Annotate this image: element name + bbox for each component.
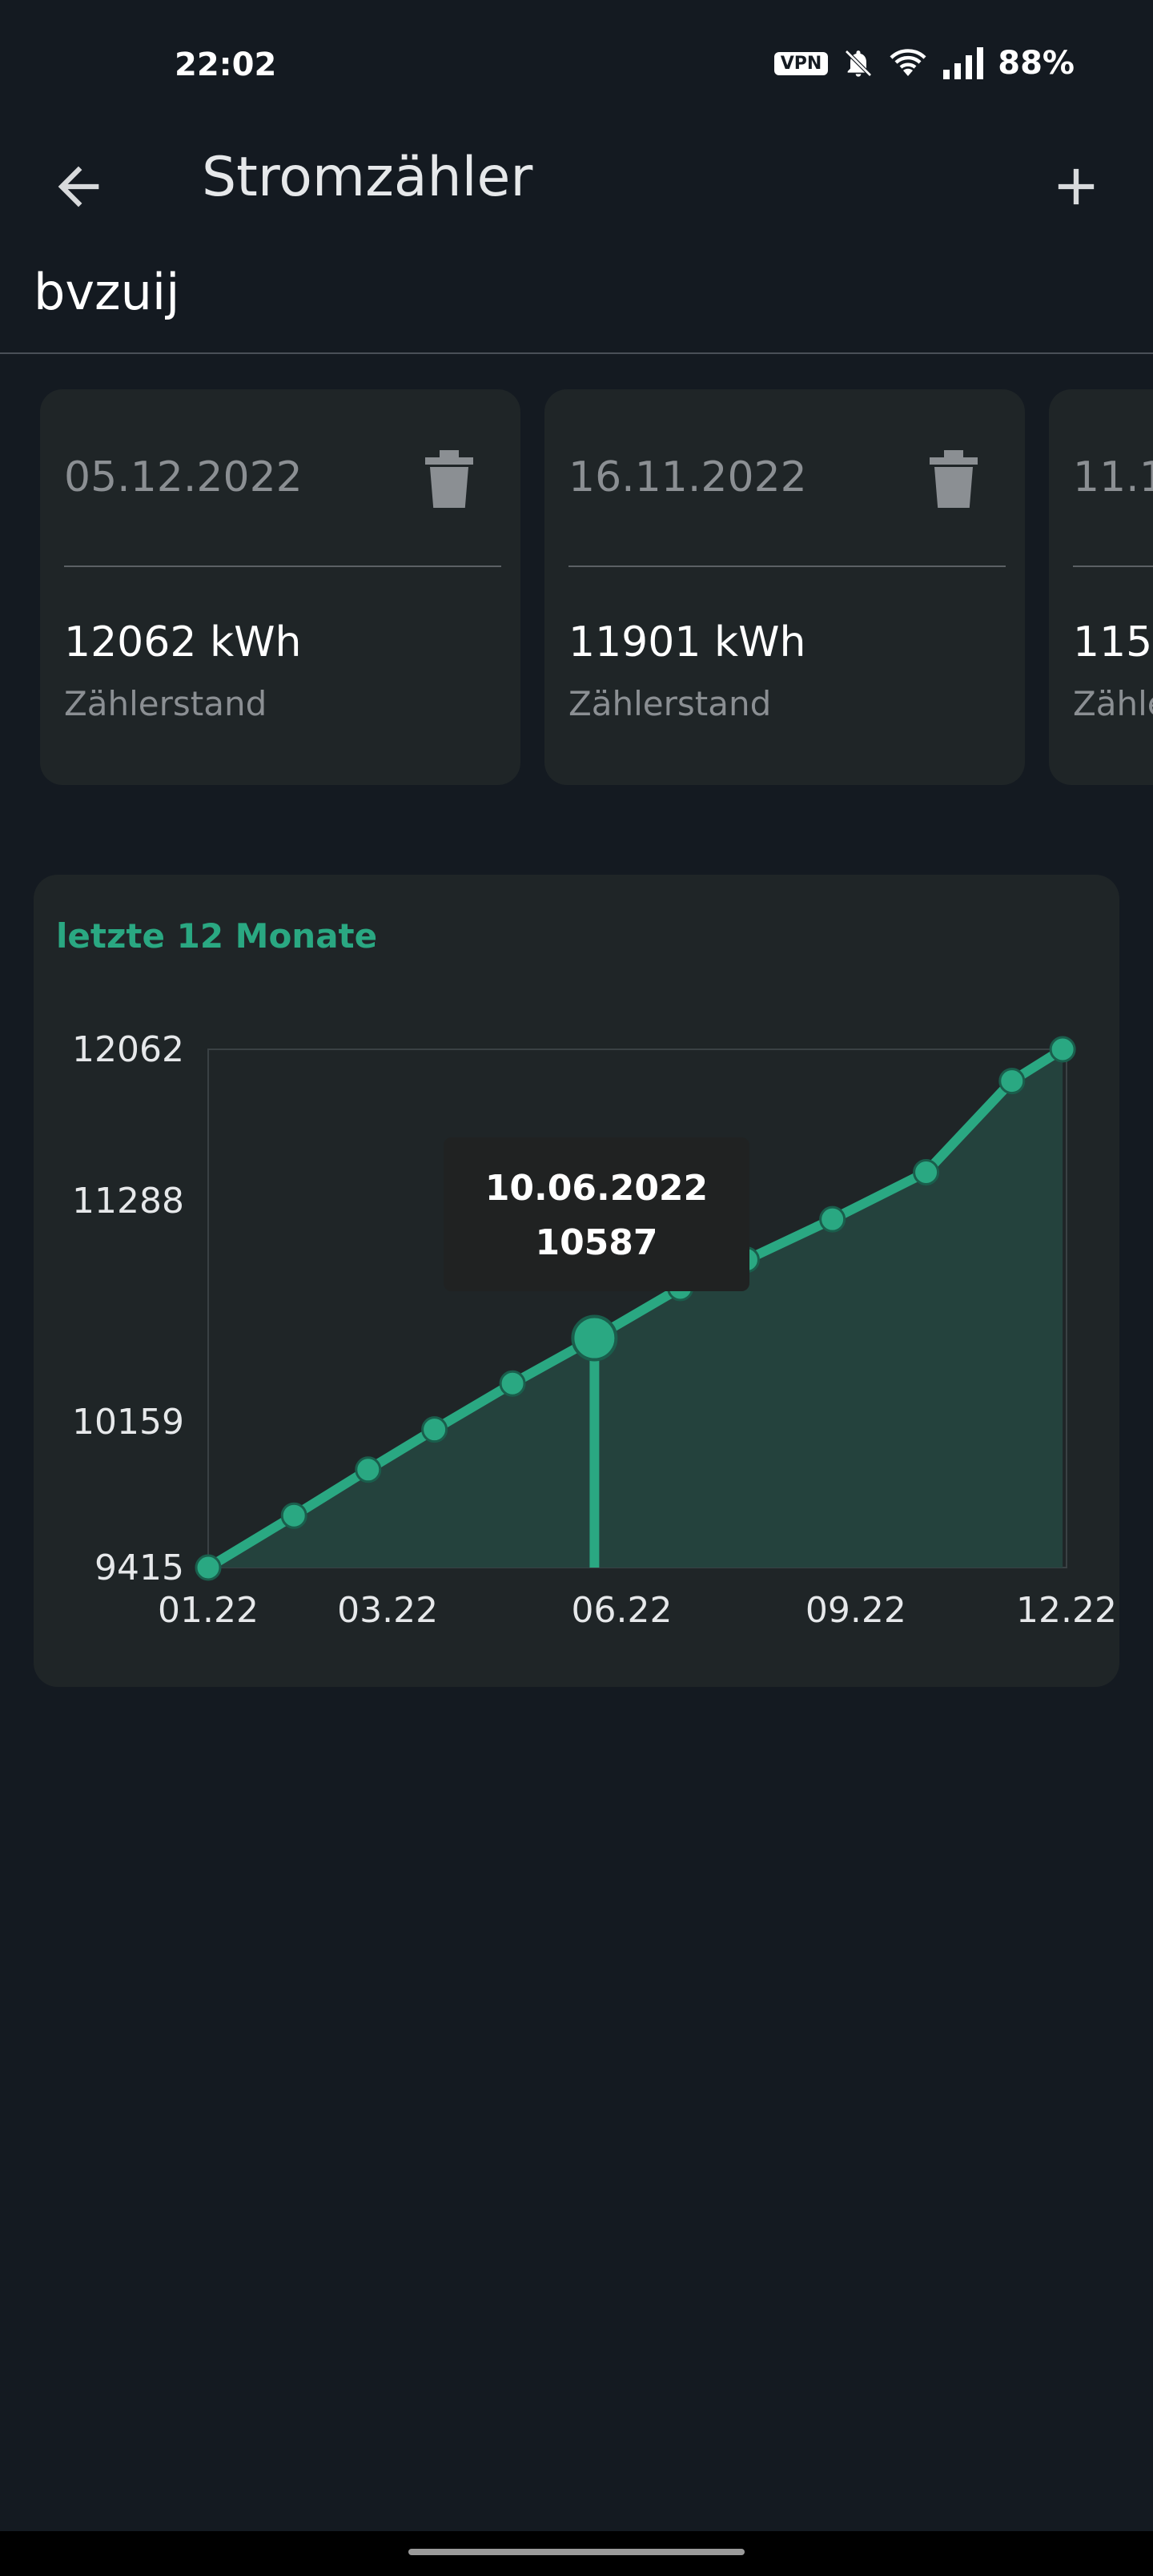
data-point: [355, 1456, 382, 1483]
plus-icon[interactable]: [1046, 156, 1107, 217]
card-divider: [568, 566, 1006, 567]
tooltip-date: 10.06.2022: [485, 1168, 708, 1209]
data-point: [195, 1554, 222, 1581]
navigation-bar: [0, 2531, 1153, 2576]
trash-icon[interactable]: [927, 450, 980, 508]
highlight-point: [571, 1314, 618, 1362]
readings-list[interactable]: 05.12.2022 12062 kWh Zählerstand 16.11.2…: [0, 389, 1153, 787]
reading-label: Zählerstand: [64, 684, 267, 723]
meter-name: bvzuij: [34, 263, 180, 321]
card-divider: [64, 566, 501, 567]
chart-tooltip: 10.06.2022 10587: [444, 1137, 749, 1291]
tooltip-box: [444, 1137, 749, 1291]
arrow-back-icon[interactable]: [48, 156, 109, 217]
chart-card: letzte 12 Monate 12062 11288 10159 9415 01.2…: [34, 875, 1119, 1687]
y-tick-label: 12062: [72, 1029, 184, 1070]
status-time: 22:02: [175, 46, 277, 83]
reading-label: Zähle: [1073, 684, 1153, 723]
reading-label: Zählerstand: [568, 684, 772, 723]
data-point: [998, 1068, 1026, 1095]
x-tick-label: 12.22: [1016, 1590, 1117, 1631]
tooltip-value: 10587: [535, 1222, 657, 1263]
x-tick-label: 03.22: [337, 1590, 438, 1631]
status-bar: 22:02 VPN 88%: [0, 0, 1153, 136]
data-point: [819, 1205, 846, 1233]
reading-value: 1158: [1073, 618, 1153, 666]
card-divider: [1073, 566, 1153, 567]
data-point: [499, 1370, 526, 1397]
consumption-chart[interactable]: 12062 11288 10159 941501.22 03.22 06.22 09.22 1…: [34, 875, 1119, 1687]
reading-value: 11901 kWh: [568, 618, 806, 666]
divider: [0, 352, 1153, 354]
app-bar: Stromzähler: [0, 136, 1153, 224]
reading-date: 05.12.2022: [64, 453, 303, 501]
reading-value: 12062 kWh: [64, 618, 302, 666]
x-tick-label: 06.22: [572, 1590, 673, 1631]
vpn-icon: VPN: [773, 51, 829, 75]
reading-card[interactable]: 16.11.2022 11901 kWh Zählerstand: [544, 389, 1025, 785]
home-indicator[interactable]: [408, 2549, 745, 2555]
data-point: [421, 1416, 448, 1443]
data-point: [1049, 1036, 1076, 1063]
trash-icon[interactable]: [423, 450, 476, 508]
wifi-icon: [890, 49, 926, 76]
data-point: [913, 1159, 940, 1186]
reading-date: 16.11.2022: [568, 453, 807, 501]
reading-card[interactable]: 05.12.2022 12062 kWh Zählerstand: [40, 389, 520, 785]
y-tick-label: 11288: [72, 1181, 184, 1222]
status-icons: VPN 88%: [773, 45, 1075, 82]
data-point: [280, 1502, 307, 1529]
reading-card[interactable]: 11.1 1158 Zähle: [1049, 389, 1153, 785]
signal-icon: [943, 47, 984, 79]
y-tick-label: 9415: [94, 1548, 184, 1588]
page-title: Stromzähler: [202, 146, 533, 209]
reading-date: 11.1: [1073, 453, 1153, 501]
x-tick-label: 09.22: [805, 1590, 906, 1631]
y-tick-label: 10159: [72, 1402, 184, 1443]
battery-level: 88%: [998, 45, 1075, 82]
x-tick-label: 01.22: [158, 1590, 259, 1631]
bell-off-icon: [845, 50, 873, 77]
